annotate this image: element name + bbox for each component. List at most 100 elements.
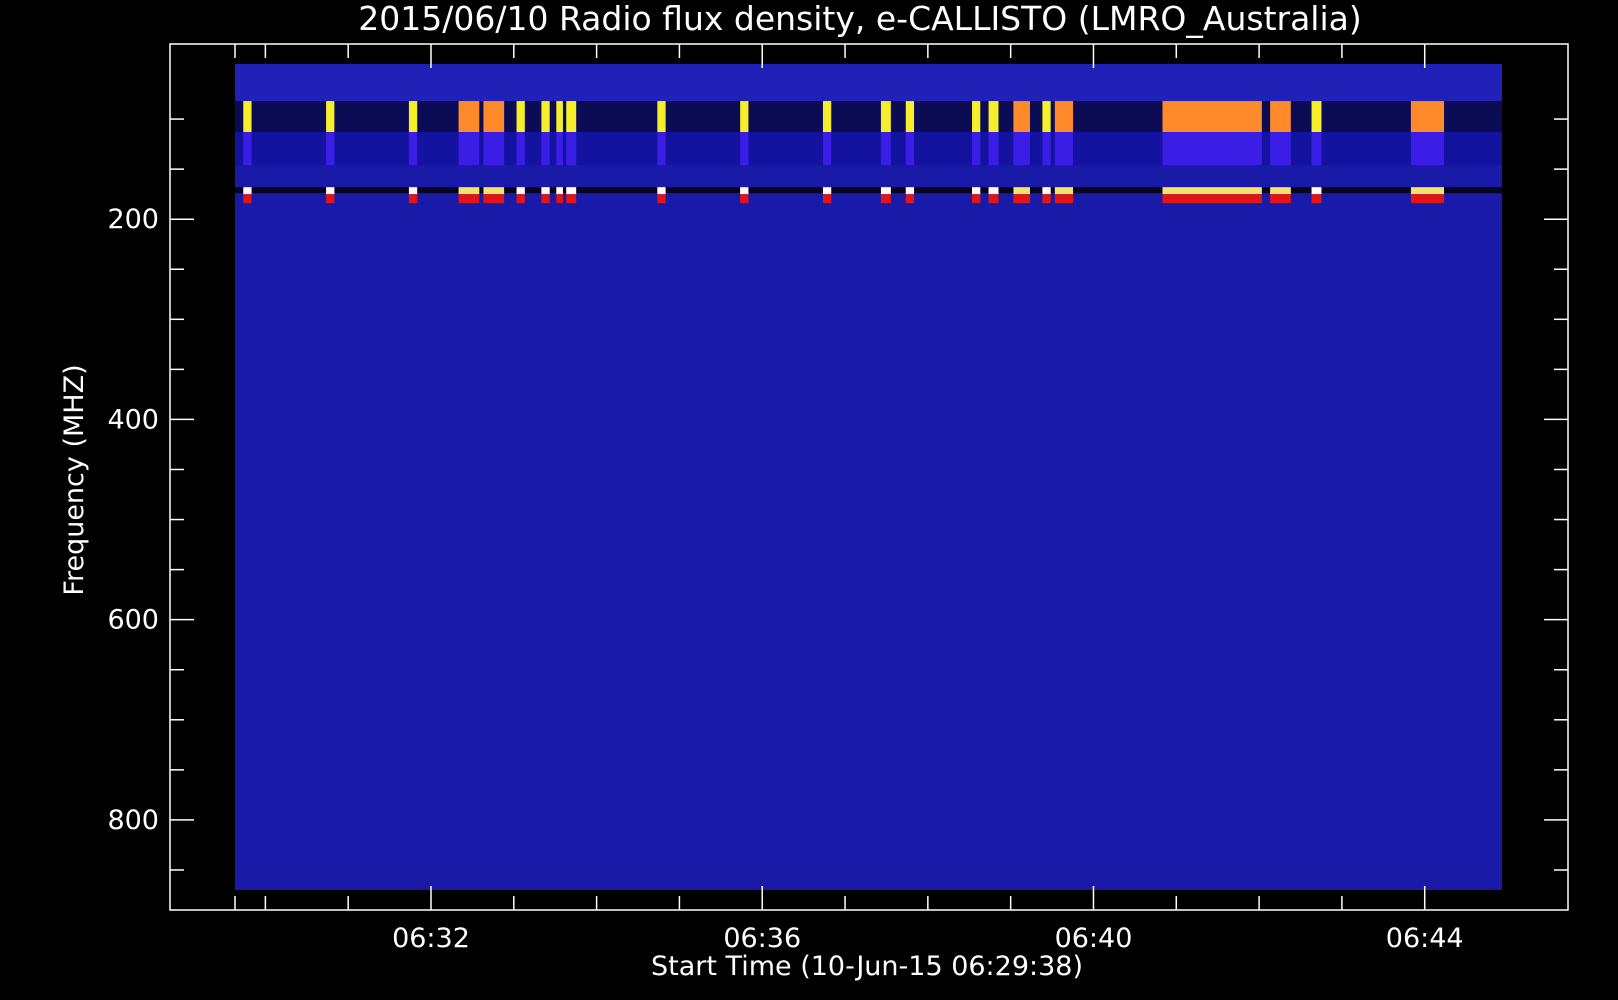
y-tick-label: 400 — [107, 404, 159, 435]
burst-mark — [1311, 194, 1322, 204]
burst-mark — [740, 132, 749, 166]
burst-mark — [988, 132, 999, 166]
burst-mark — [458, 132, 480, 166]
burst-mark — [1410, 101, 1445, 133]
burst-mark — [880, 101, 891, 133]
burst-mark — [988, 101, 999, 133]
burst-mark — [408, 187, 418, 195]
burst-mark — [243, 101, 252, 133]
burst-mark — [1311, 132, 1322, 166]
burst-mark — [740, 194, 749, 204]
burst-mark — [556, 187, 563, 195]
burst-mark — [740, 187, 749, 195]
burst-mark — [556, 194, 563, 204]
burst-mark — [541, 132, 550, 166]
burst-mark — [1013, 132, 1030, 166]
burst-mark — [822, 132, 832, 166]
burst-mark — [541, 194, 550, 204]
burst-mark — [1311, 101, 1322, 133]
burst-mark — [972, 132, 981, 166]
burst-mark — [326, 101, 335, 133]
x-tick-label: 06:40 — [1055, 923, 1133, 954]
burst-mark — [1054, 101, 1074, 133]
burst-mark — [408, 132, 418, 166]
plot-area — [235, 64, 1502, 890]
spectrogram-top-band — [235, 64, 1502, 102]
burst-mark — [483, 194, 505, 204]
burst-mark — [1162, 132, 1262, 166]
burst-mark — [880, 132, 891, 166]
spectrogram-chart: 2015/06/10 Radio flux density, e-CALLIST… — [0, 0, 1618, 1000]
burst-mark — [972, 187, 981, 195]
burst-mark — [1410, 132, 1445, 166]
burst-mark — [905, 101, 915, 133]
burst-mark — [1042, 194, 1051, 204]
burst-mark — [1162, 194, 1262, 204]
burst-mark — [541, 101, 550, 133]
burst-mark — [1013, 187, 1030, 195]
burst-mark — [905, 132, 915, 166]
burst-mark — [880, 187, 891, 195]
chart-title: 2015/06/10 Radio flux density, e-CALLIST… — [358, 0, 1362, 38]
burst-mark — [541, 187, 550, 195]
burst-mark — [657, 187, 666, 195]
burst-mark — [1270, 187, 1291, 195]
burst-mark — [972, 101, 981, 133]
burst-mark — [988, 187, 999, 195]
burst-mark — [1270, 101, 1291, 133]
burst-mark — [822, 187, 832, 195]
burst-mark — [566, 101, 577, 133]
burst-mark — [1054, 187, 1074, 195]
burst-mark — [556, 101, 563, 133]
burst-mark — [1270, 132, 1291, 166]
burst-mark — [326, 132, 335, 166]
y-tick-label: 800 — [107, 805, 159, 836]
burst-mark — [905, 194, 915, 204]
burst-mark — [1410, 194, 1445, 204]
burst-mark — [822, 194, 832, 204]
burst-mark — [880, 194, 891, 204]
burst-mark — [1054, 132, 1074, 166]
burst-mark — [566, 132, 577, 166]
burst-mark — [516, 194, 525, 204]
x-tick-label: 06:44 — [1386, 923, 1464, 954]
burst-mark — [516, 101, 525, 133]
burst-mark — [483, 101, 505, 133]
burst-mark — [243, 194, 252, 204]
x-axis-label: Start Time (10-Jun-15 06:29:38) — [651, 951, 1083, 982]
burst-mark — [1162, 101, 1262, 133]
burst-mark — [516, 187, 525, 195]
burst-mark — [1054, 194, 1074, 204]
burst-mark — [483, 187, 505, 195]
burst-mark — [408, 101, 418, 133]
y-tick-label: 200 — [107, 204, 159, 235]
burst-mark — [657, 132, 666, 166]
x-tick-label: 06:32 — [392, 923, 470, 954]
burst-mark — [657, 101, 666, 133]
burst-mark — [1311, 187, 1322, 195]
burst-mark — [566, 187, 577, 195]
burst-mark — [1042, 132, 1051, 166]
burst-mark — [1042, 101, 1051, 133]
burst-mark — [408, 194, 418, 204]
burst-mark — [516, 132, 525, 166]
burst-mark — [458, 101, 480, 133]
burst-mark — [556, 132, 563, 166]
burst-mark — [243, 132, 252, 166]
y-axis-label: Frequency (MHZ) — [59, 364, 90, 595]
x-tick-label: 06:36 — [723, 923, 801, 954]
burst-mark — [326, 187, 335, 195]
burst-mark — [657, 194, 666, 204]
burst-mark — [458, 194, 480, 204]
burst-mark — [1410, 187, 1445, 195]
burst-mark — [483, 132, 505, 166]
burst-mark — [566, 194, 577, 204]
burst-mark — [458, 187, 480, 195]
burst-mark — [1013, 101, 1030, 133]
burst-mark — [1042, 187, 1051, 195]
burst-mark — [1013, 194, 1030, 204]
burst-mark — [1162, 187, 1262, 195]
y-tick-label: 600 — [107, 605, 159, 636]
burst-mark — [822, 101, 832, 133]
burst-mark — [972, 194, 981, 204]
